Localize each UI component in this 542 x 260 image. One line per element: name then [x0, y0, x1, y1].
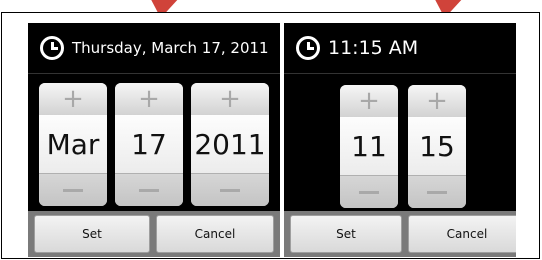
minus-icon [220, 188, 240, 192]
day-increment-button[interactable]: + [115, 83, 183, 116]
time-picker-dialog: 11:15 AM + 11 + 15 Set Cancel [284, 23, 516, 257]
minute-increment-button[interactable]: + [408, 85, 466, 118]
year-value[interactable]: 2011 [191, 115, 269, 173]
hour-decrement-button[interactable] [340, 175, 398, 208]
month-picker: + Mar [39, 83, 107, 206]
title-divider [284, 73, 516, 74]
day-picker: + 17 [115, 83, 183, 206]
month-increment-button[interactable]: + [39, 83, 107, 116]
year-picker: + 2011 [191, 83, 269, 206]
minute-picker: + 15 [408, 85, 466, 208]
time-dialog-button-bar: Set Cancel [284, 211, 516, 257]
minus-icon [427, 190, 447, 194]
day-decrement-button[interactable] [115, 173, 183, 206]
year-increment-button[interactable]: + [191, 83, 269, 116]
minute-value[interactable]: 15 [408, 117, 466, 175]
time-dialog-title-bar: 11:15 AM [284, 23, 516, 73]
hour-increment-button[interactable]: + [340, 85, 398, 118]
hour-picker: + 11 [340, 85, 398, 208]
time-cancel-button[interactable]: Cancel [408, 215, 516, 253]
clock-icon [296, 36, 320, 60]
year-decrement-button[interactable] [191, 173, 269, 206]
minus-icon [63, 188, 83, 192]
hour-value[interactable]: 11 [340, 117, 398, 175]
date-picker-dialog: Thursday, March 17, 2011 + Mar + 17 + 20… [28, 23, 280, 257]
minus-icon [359, 190, 379, 194]
date-cancel-button[interactable]: Cancel [156, 215, 274, 253]
minus-icon [139, 188, 159, 192]
title-divider [28, 73, 280, 74]
date-set-button[interactable]: Set [34, 215, 150, 253]
date-dialog-title: Thursday, March 17, 2011 [72, 39, 269, 57]
minute-decrement-button[interactable] [408, 175, 466, 208]
clock-icon [40, 36, 64, 60]
month-value[interactable]: Mar [39, 115, 107, 173]
date-dialog-button-bar: Set Cancel [28, 211, 280, 257]
time-dialog-title: 11:15 AM [328, 37, 419, 59]
month-decrement-button[interactable] [39, 173, 107, 206]
day-value[interactable]: 17 [115, 115, 183, 173]
time-set-button[interactable]: Set [290, 215, 402, 253]
date-dialog-title-bar: Thursday, March 17, 2011 [28, 23, 280, 73]
